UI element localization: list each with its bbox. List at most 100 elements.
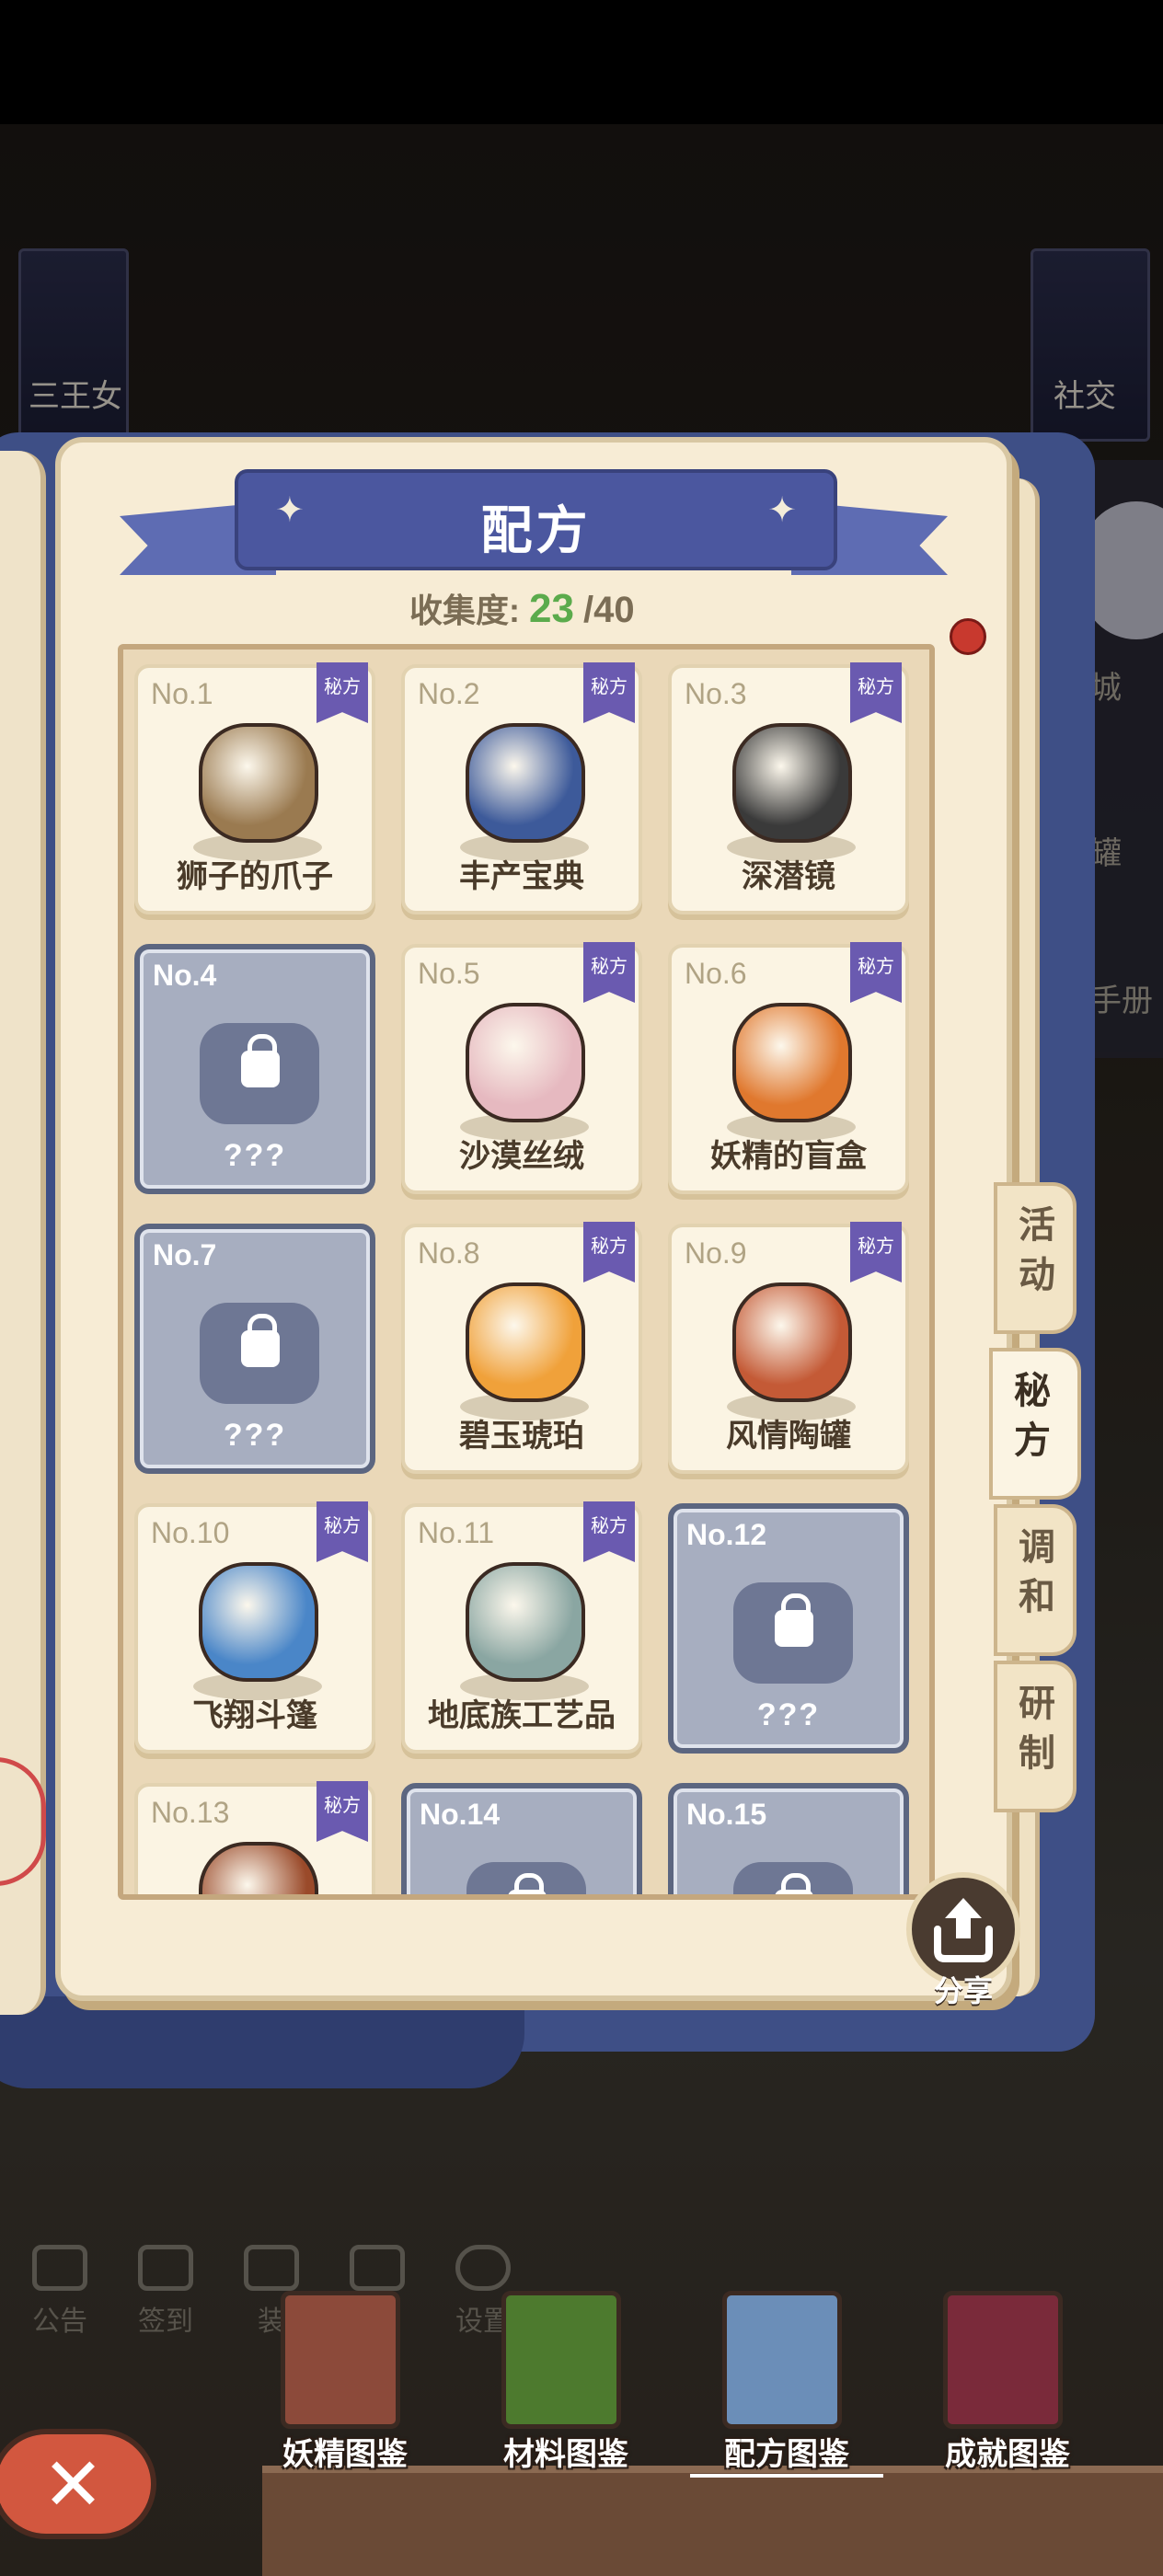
tab-secret[interactable]: 秘方 — [989, 1348, 1081, 1500]
recipe-name: ??? — [223, 1418, 287, 1453]
collection-label: 收集度: — [409, 592, 520, 629]
book-cover-bottom — [0, 1996, 524, 2088]
recipe-card[interactable]: No.4??? — [134, 944, 375, 1194]
recipe-name: 丰产宝典 — [459, 859, 584, 894]
recipe-name: 碧玉琥珀 — [459, 1419, 584, 1454]
recipe-name: 风情陶罐 — [726, 1419, 851, 1454]
recipe-number: No.4 — [153, 959, 217, 992]
material-book-icon — [501, 2291, 621, 2429]
box-icon — [732, 1003, 852, 1122]
recipe-name: 地底族工艺品 — [428, 1698, 616, 1733]
tab-label: 研制 — [1019, 1684, 1055, 1774]
secret-recipe-tag: 秘方 — [583, 1222, 635, 1282]
nav-fairy-codex[interactable]: 妖精图鉴 — [248, 2291, 432, 2484]
amber-ring-icon — [466, 1282, 585, 1402]
recipe-number: No.9 — [685, 1236, 747, 1270]
craft-icon — [466, 1562, 585, 1682]
recipe-name: 沙漠丝绒 — [459, 1139, 584, 1174]
recipe-card[interactable]: No.5 秘方沙漠丝绒 — [401, 942, 642, 1194]
recipe-card[interactable]: No.14 — [401, 1783, 642, 1894]
cloth-icon — [466, 1003, 585, 1122]
tab-research[interactable]: 研制 — [994, 1661, 1077, 1812]
ladybug-icon — [950, 618, 986, 655]
calendar-icon — [138, 2245, 193, 2291]
recipe-name: 狮子的爪子 — [177, 859, 333, 894]
recipe-number: No.11 — [418, 1516, 495, 1549]
paw-icon — [199, 723, 318, 843]
close-button[interactable]: ✕ — [0, 2429, 156, 2539]
tab-blend[interactable]: 调和 — [994, 1504, 1077, 1656]
pottery-icon — [732, 1282, 852, 1402]
secret-recipe-tag: 秘方 — [850, 1222, 902, 1282]
recipe-number: No.13 — [151, 1796, 230, 1829]
collected-count: 23 — [529, 586, 574, 631]
secret-recipe-tag: 秘方 — [850, 942, 902, 1003]
gear-icon — [455, 2245, 511, 2291]
recipe-number: No.5 — [418, 957, 480, 990]
recipe-name: 飞翔斗篷 — [192, 1698, 317, 1733]
recipe-card[interactable]: No.8 秘方 碧玉琥珀 — [401, 1222, 642, 1474]
secret-recipe-tag: 秘方 — [583, 1501, 635, 1562]
lock-icon — [775, 1873, 813, 1894]
lock-icon — [508, 1873, 547, 1894]
recipe-name: 深潜镜 — [742, 859, 835, 894]
item-icon — [199, 1842, 318, 1894]
share-button[interactable]: 分享 — [906, 1872, 1026, 2007]
checkin-label: 签到 — [138, 2306, 193, 2337]
recipe-card[interactable]: No.2 秘方丰产宝典 — [401, 662, 642, 914]
recipe-number: No.10 — [151, 1516, 230, 1549]
collection-progress: 收集度: 23 /40 — [409, 584, 635, 639]
recipe-grid: No.1 秘方 狮子的爪子 No.2 秘方 丰产宝典 No.3 秘方 深潜镜 No.4??? No.… — [118, 644, 935, 1900]
secret-recipe-tag: 秘方 — [850, 662, 902, 723]
nav-achievement-codex[interactable]: 成就图鉴 — [911, 2291, 1095, 2484]
title-ribbon: ✦ ✦ 配方 — [235, 469, 837, 570]
secret-recipe-tag: 秘方 — [583, 662, 635, 723]
decor-icon — [244, 2245, 299, 2291]
total-count: /40 — [582, 590, 635, 630]
recipe-name: 妖精的盲盒 — [710, 1139, 867, 1174]
lock-icon — [241, 1034, 280, 1087]
recipe-card[interactable]: No.15 — [668, 1783, 909, 1894]
cloak-icon — [199, 1562, 318, 1682]
recipe-card[interactable]: No.6 秘方妖精的盲盒 — [668, 942, 909, 1194]
recipe-card[interactable]: No.3 秘方深潜镜 — [668, 662, 909, 914]
recipe-book-icon — [722, 2291, 842, 2429]
nav-label: 配方图鉴 — [690, 2429, 883, 2478]
checkin-button[interactable]: 签到 — [120, 2245, 212, 2346]
recipe-card[interactable]: No.1 秘方狮子的爪子 — [134, 662, 375, 914]
achievement-book-icon — [943, 2291, 1063, 2429]
recipe-card[interactable]: No.10 秘方 飞翔斗篷 — [134, 1501, 375, 1754]
tab-label: 调和 — [1019, 1527, 1055, 1617]
secret-recipe-tag: 秘方 — [317, 1781, 368, 1842]
recipe-number: No.14 — [420, 1798, 501, 1831]
nav-label: 妖精图鉴 — [282, 2437, 408, 2472]
recipe-number: No.12 — [686, 1518, 767, 1551]
nav-material-codex[interactable]: 材料图鉴 — [469, 2291, 653, 2484]
nav-label: 成就图鉴 — [945, 2437, 1070, 2472]
notice-button[interactable]: 公告 — [14, 2245, 106, 2346]
recipe-grid-scroll[interactable]: No.1 秘方 狮子的爪子 No.2 秘方 丰产宝典 No.3 秘方 深潜镜 No.4??? No.… — [123, 650, 929, 1894]
page-title: 配方 — [480, 501, 592, 559]
lock-icon — [241, 1314, 280, 1367]
recipe-card[interactable]: No.12??? — [668, 1503, 909, 1754]
close-icon: ✕ — [42, 2442, 105, 2527]
secret-recipe-tag: 秘方 — [583, 942, 635, 1003]
recipe-card[interactable]: No.7??? — [134, 1224, 375, 1474]
secret-recipe-tag: 秘方 — [317, 662, 368, 723]
recipe-number: No.1 — [151, 677, 213, 710]
notice-icon — [32, 2245, 87, 2291]
lock-icon — [775, 1593, 813, 1647]
recipe-card[interactable]: No.9 秘方风情陶罐 — [668, 1222, 909, 1474]
recipe-card[interactable]: No.13 秘方 — [134, 1781, 375, 1894]
recipe-number: No.6 — [685, 957, 747, 990]
tab-activity[interactable]: 活动 — [994, 1182, 1077, 1334]
recipe-number: No.3 — [685, 677, 747, 710]
recipe-card[interactable]: No.11 秘方地底族工艺品 — [401, 1501, 642, 1754]
recipe-number: No.2 — [418, 677, 480, 710]
recipe-name: ??? — [756, 1697, 821, 1732]
nav-recipe-codex[interactable]: 配方图鉴 — [690, 2291, 883, 2484]
notice-label: 公告 — [32, 2306, 87, 2337]
recipe-name: ??? — [223, 1138, 287, 1173]
recipe-number: No.15 — [686, 1798, 767, 1831]
save-icon — [350, 2245, 405, 2291]
